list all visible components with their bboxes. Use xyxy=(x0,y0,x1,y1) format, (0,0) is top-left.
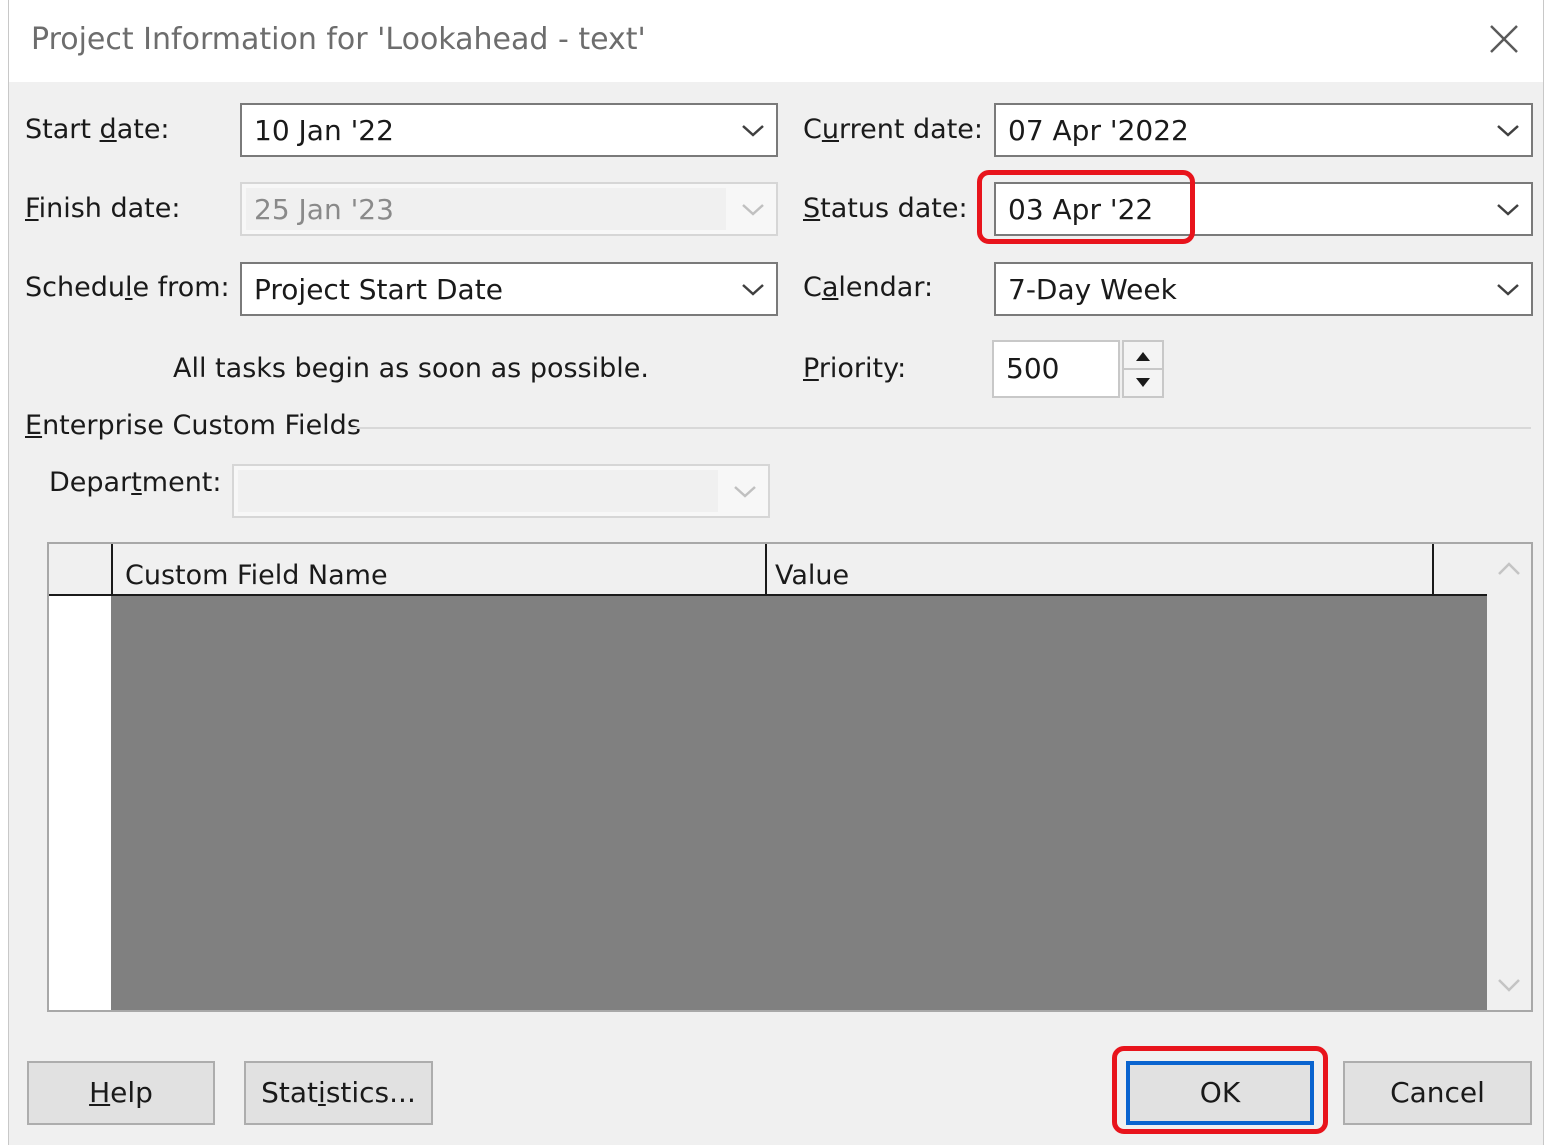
chevron-down-icon xyxy=(1497,204,1519,216)
schedule-note: All tasks begin as soon as possible. xyxy=(173,353,649,384)
priority-input[interactable]: 500 xyxy=(992,340,1120,398)
label-text: ment: xyxy=(141,467,222,498)
label-text: Schedu xyxy=(25,272,125,303)
label-text: Depar xyxy=(49,467,132,498)
label-text: rrent date: xyxy=(838,114,983,145)
grid-col-divider xyxy=(1432,544,1434,596)
priority-value: 500 xyxy=(1006,352,1060,385)
chevron-down-icon xyxy=(742,204,764,216)
chevron-down-icon xyxy=(742,125,764,137)
label-text: e from: xyxy=(132,272,230,303)
current-date-value: 07 Apr '2022 xyxy=(1008,114,1189,147)
help-button[interactable]: Help xyxy=(27,1061,215,1125)
scroll-down-icon[interactable] xyxy=(1495,974,1523,996)
chevron-down-icon xyxy=(1497,125,1519,137)
label-access-key: a xyxy=(821,272,839,303)
label-text: C xyxy=(803,272,822,303)
chevron-down-icon xyxy=(1497,284,1519,296)
label-text: C xyxy=(803,114,822,145)
ok-button-highlight xyxy=(1112,1046,1328,1134)
label-text: inish date: xyxy=(38,193,181,224)
grid-col-divider xyxy=(765,544,767,596)
section-divider xyxy=(351,427,1531,429)
dialog-title: Project Information for 'Lookahead - tex… xyxy=(31,22,646,57)
finish-date-label: Finish date: xyxy=(25,193,180,224)
label-text: riority: xyxy=(818,353,907,384)
scroll-up-icon[interactable] xyxy=(1495,558,1523,580)
column-header-value[interactable]: Value xyxy=(775,560,849,591)
custom-fields-grid[interactable]: Custom Field Name Value xyxy=(47,542,1533,1012)
title-bar: Project Information for 'Lookahead - tex… xyxy=(9,0,1543,82)
statistics-button[interactable]: Statistics... xyxy=(244,1061,433,1125)
project-information-dialog: Project Information for 'Lookahead - tex… xyxy=(8,0,1544,1145)
priority-spinner[interactable] xyxy=(1122,340,1164,398)
finish-date-value: 25 Jan '23 xyxy=(254,193,394,226)
button-access-key: H xyxy=(89,1076,111,1109)
button-text: stics... xyxy=(325,1076,416,1109)
grid-col-divider xyxy=(111,544,113,596)
grid-scrollbar[interactable] xyxy=(1487,544,1531,1010)
status-date-label: Status date: xyxy=(803,193,968,224)
label-access-key: S xyxy=(803,193,821,224)
spin-down-icon[interactable] xyxy=(1124,370,1162,397)
label-text: nterprise Custom Fields xyxy=(42,410,361,441)
schedule-from-value: Project Start Date xyxy=(254,273,503,306)
label-access-key: P xyxy=(803,353,819,384)
start-date-value: 10 Jan '22 xyxy=(254,114,394,147)
close-icon xyxy=(1490,25,1518,53)
button-text: Stat xyxy=(261,1076,319,1109)
finish-date-combo: 25 Jan '23 xyxy=(240,182,778,236)
spin-up-icon[interactable] xyxy=(1124,342,1162,369)
status-date-highlight xyxy=(977,170,1195,244)
priority-label: Priority: xyxy=(803,353,906,384)
disabled-fill xyxy=(238,470,718,512)
schedule-from-combo[interactable]: Project Start Date xyxy=(240,262,778,316)
grid-body[interactable] xyxy=(111,596,1487,1010)
column-header-custom-field-name[interactable]: Custom Field Name xyxy=(125,560,388,591)
close-button[interactable] xyxy=(1479,14,1529,64)
label-access-key: u xyxy=(821,114,839,145)
row-header-column xyxy=(49,596,111,1010)
label-text: tatus date: xyxy=(820,193,968,224)
current-date-label: Current date: xyxy=(803,114,983,145)
calendar-label: Calendar: xyxy=(803,272,933,303)
department-combo xyxy=(232,464,770,518)
start-date-combo[interactable]: 10 Jan '22 xyxy=(240,103,778,157)
label-text: lendar: xyxy=(838,272,934,303)
department-label: Department: xyxy=(49,467,222,498)
button-text: elp xyxy=(110,1076,153,1109)
button-access-key: i xyxy=(318,1076,326,1109)
chevron-down-icon xyxy=(734,486,756,498)
label-access-key: t xyxy=(131,467,142,498)
schedule-from-label: Schedule from: xyxy=(25,272,230,303)
label-access-key: d xyxy=(99,114,117,145)
label-access-key: E xyxy=(25,410,43,441)
calendar-value: 7-Day Week xyxy=(1008,273,1177,306)
enterprise-section-title: Enterprise Custom Fields xyxy=(25,410,361,441)
chevron-down-icon xyxy=(742,284,764,296)
current-date-combo[interactable]: 07 Apr '2022 xyxy=(994,103,1533,157)
label-text: ate: xyxy=(116,114,170,145)
label-text: Start xyxy=(25,114,100,145)
label-access-key: F xyxy=(25,193,39,224)
start-date-label: Start date: xyxy=(25,114,170,145)
calendar-combo[interactable]: 7-Day Week xyxy=(994,262,1533,316)
cancel-button[interactable]: Cancel xyxy=(1343,1061,1532,1125)
